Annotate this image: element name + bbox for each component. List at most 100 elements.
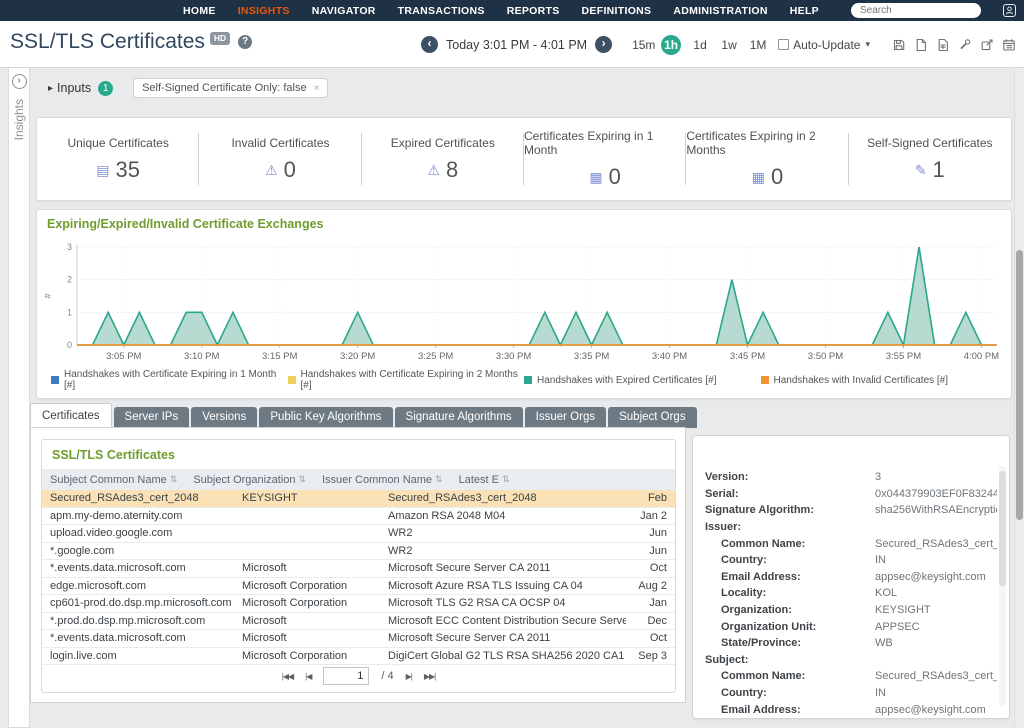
table-column-header[interactable]: Subject Common Name ⇅: [42, 474, 185, 486]
table-row[interactable]: *.events.data.microsoft.com Microsoft Mi…: [42, 630, 675, 648]
table-row[interactable]: *.prod.do.dsp.mp.microsoft.com Microsoft…: [42, 613, 675, 631]
cell-issuer-common-name: WR2: [380, 545, 626, 557]
result-tab[interactable]: Versions: [191, 407, 257, 428]
user-icon[interactable]: [1003, 4, 1016, 17]
table-column-header[interactable]: Latest E ⇅: [451, 474, 518, 486]
legend-label: Handshakes with Certificate Expiring in …: [301, 369, 525, 391]
details-scrollbar-thumb[interactable]: [999, 471, 1006, 586]
sort-icon[interactable]: ⇅: [298, 474, 306, 485]
schedule-icon[interactable]: [1002, 38, 1016, 52]
range-option[interactable]: 15m: [632, 38, 652, 52]
settings-wrench-icon[interactable]: [958, 38, 972, 52]
table-body: Secured_RSAdes3_cert_2048 KEYSIGHT Secur…: [42, 490, 675, 665]
detail-value: 3: [875, 471, 997, 483]
svg-text:3:55 PM: 3:55 PM: [886, 351, 921, 362]
summary-card-label: Certificates Expiring in 1 Month: [524, 129, 686, 157]
page-total-label: / 4: [381, 670, 393, 682]
details-scrollbar[interactable]: [999, 466, 1006, 706]
nav-menu-item[interactable]: INSIGHTS: [238, 5, 290, 17]
page-number-input[interactable]: [323, 667, 369, 685]
page-scrollbar-thumb[interactable]: [1016, 250, 1023, 520]
table-row[interactable]: *.events.data.microsoft.com Microsoft Mi…: [42, 560, 675, 578]
range-option[interactable]: 1M: [748, 38, 768, 52]
remove-filter-icon[interactable]: ×: [314, 83, 320, 94]
result-tab[interactable]: Issuer Orgs: [525, 407, 606, 428]
time-forward-icon[interactable]: ›: [595, 36, 612, 53]
detail-row: Serial: 0x044379903EF0F83244594669D2: [693, 486, 997, 503]
time-range-label[interactable]: Today 3:01 PM - 4:01 PM: [446, 38, 587, 52]
chevron-down-icon[interactable]: ▾: [865, 39, 870, 50]
detail-value: IN: [875, 687, 997, 699]
result-tab[interactable]: Signature Algorithms: [395, 407, 523, 428]
table-row[interactable]: apm.my-demo.aternity.com Amazon RSA 2048…: [42, 508, 675, 526]
table-row[interactable]: cp601-prod.do.dsp.mp.microsoft.com Micro…: [42, 595, 675, 613]
table-row[interactable]: Secured_RSAdes3_cert_2048 KEYSIGHT Secur…: [42, 490, 675, 508]
sidebar-expand-icon[interactable]: ›: [12, 74, 27, 89]
cell-subject-common-name: *.events.data.microsoft.com: [42, 562, 234, 574]
pdf-export-icon[interactable]: [914, 38, 928, 52]
collapse-caret-icon[interactable]: ▸: [48, 83, 53, 94]
save-icon[interactable]: [892, 38, 906, 52]
column-header-label: Subject Common Name: [50, 474, 167, 486]
filter-pill[interactable]: Self-Signed Certificate Only: false ×: [133, 78, 328, 98]
legend-item[interactable]: Handshakes with Certificate Expiring in …: [51, 369, 288, 391]
nav-menu-item[interactable]: HELP: [790, 5, 819, 17]
calendar-icon: ▦: [589, 170, 602, 184]
inputs-label[interactable]: Inputs: [57, 81, 91, 95]
result-tab[interactable]: Certificates: [30, 403, 112, 429]
table-row[interactable]: *.google.com WR2 Jun: [42, 543, 675, 561]
legend-item[interactable]: Handshakes with Expired Certificates [#]: [524, 369, 761, 391]
range-option[interactable]: 1d: [690, 38, 710, 52]
range-option[interactable]: 1h: [661, 35, 681, 55]
last-page-icon[interactable]: ▶▶|: [424, 672, 435, 681]
detail-label: Email Address:: [693, 704, 875, 716]
result-tab[interactable]: Public Key Algorithms: [259, 407, 392, 428]
inputs-count-badge: 1: [98, 81, 113, 96]
cell-subject-common-name: login.live.com: [42, 650, 234, 662]
summary-card-label: Certificates Expiring in 2 Months: [686, 129, 848, 157]
auto-update-checkbox[interactable]: [778, 39, 789, 50]
page-scrollbar[interactable]: [1014, 68, 1024, 728]
detail-label: Common Name:: [693, 670, 875, 682]
nav-menu-item[interactable]: TRANSACTIONS: [398, 5, 485, 17]
range-option[interactable]: 1w: [719, 38, 739, 52]
prev-page-icon[interactable]: |◀: [305, 672, 311, 681]
cell-issuer-common-name: Microsoft Secure Server CA 2011: [380, 632, 626, 644]
result-tab[interactable]: Subject Orgs: [608, 407, 696, 428]
legend-item[interactable]: Handshakes with Invalid Certificates [#]: [761, 369, 998, 391]
cell-subject-organization: Microsoft: [234, 562, 380, 574]
table-row[interactable]: login.live.com Microsoft Corporation Dig…: [42, 648, 675, 666]
detail-value: IN: [875, 554, 997, 566]
sidebar-label[interactable]: Insights: [12, 99, 26, 140]
table-row[interactable]: upload.video.google.com WR2 Jun: [42, 525, 675, 543]
svg-text:3:05 PM: 3:05 PM: [106, 351, 141, 362]
detail-label: Email Address:: [693, 571, 875, 583]
nav-menu-item[interactable]: REPORTS: [507, 5, 560, 17]
help-icon[interactable]: ?: [238, 35, 252, 49]
time-back-icon[interactable]: ‹: [421, 36, 438, 53]
sort-icon[interactable]: ⇅: [502, 474, 510, 485]
cell-subject-common-name: *.events.data.microsoft.com: [42, 632, 234, 644]
legend-item[interactable]: Handshakes with Certificate Expiring in …: [288, 369, 525, 391]
share-icon[interactable]: [980, 38, 994, 52]
search-input[interactable]: [851, 3, 981, 18]
first-page-icon[interactable]: |◀◀: [282, 672, 293, 681]
nav-menu-item[interactable]: NAVIGATOR: [312, 5, 376, 17]
summary-card: Self-Signed Certificates ✎ 1: [849, 118, 1011, 200]
table-column-header[interactable]: Issuer Common Name ⇅: [314, 474, 451, 486]
certificates-table-card: SSL/TLS Certificates Subject Common Name…: [41, 439, 676, 693]
nav-menu-item[interactable]: ADMINISTRATION: [673, 5, 767, 17]
cell-subject-organization: Microsoft: [234, 615, 380, 627]
detail-value: 0x044379903EF0F83244594669D2: [875, 488, 997, 500]
table-row[interactable]: edge.microsoft.com Microsoft Corporation…: [42, 578, 675, 596]
nav-menu-item[interactable]: DEFINITIONS: [582, 5, 652, 17]
csv-export-icon[interactable]: [936, 38, 950, 52]
detail-label: Signature Algorithm:: [693, 504, 875, 516]
summary-card-value: 8: [446, 157, 458, 183]
table-column-header[interactable]: Subject Organization ⇅: [185, 474, 314, 486]
sort-icon[interactable]: ⇅: [170, 474, 178, 485]
next-page-icon[interactable]: ▶|: [406, 672, 412, 681]
result-tab[interactable]: Server IPs: [114, 407, 190, 428]
nav-menu-item[interactable]: HOME: [183, 5, 216, 17]
sort-icon[interactable]: ⇅: [435, 474, 443, 485]
